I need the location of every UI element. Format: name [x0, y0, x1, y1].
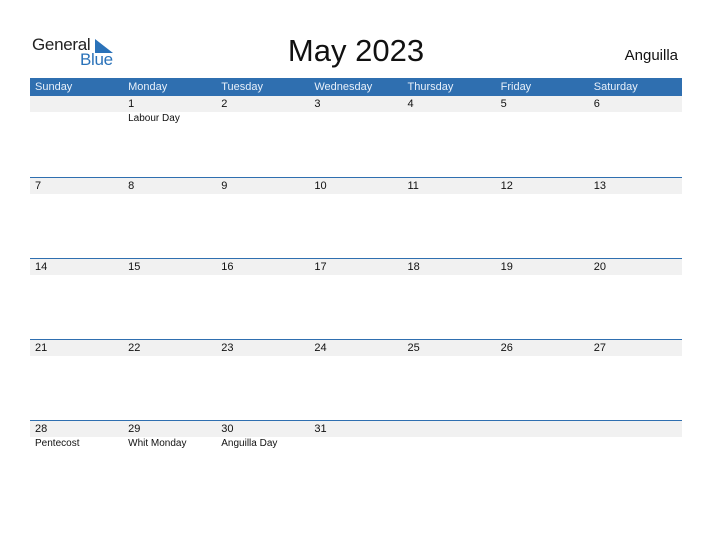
day-number: 14 [35, 261, 48, 273]
weekday-wednesday: Wednesday [314, 81, 373, 93]
weekday-tuesday: Tuesday [221, 81, 264, 93]
day-number [589, 421, 682, 437]
day-number: 28 [35, 423, 48, 435]
day-number: 30 [221, 423, 234, 435]
day-event: Whit Monday [128, 438, 187, 449]
country-label: Anguilla [624, 47, 678, 64]
event-row: Pentecost Whit Monday Anguilla Day [30, 437, 682, 451]
day-event [309, 437, 402, 451]
day-number-row: 14 15 16 17 18 19 20 [30, 259, 682, 275]
weekday-sunday: Sunday [35, 81, 73, 93]
weekday-header: Sunday Monday Tuesday Wednesday Thursday… [30, 78, 682, 96]
day-number: 23 [221, 342, 234, 354]
day-number-row: 21 22 23 24 25 26 27 [30, 340, 682, 356]
day-number: 13 [593, 180, 606, 192]
day-number [403, 421, 496, 437]
day-number: 5 [500, 98, 507, 110]
day-event: Pentecost [35, 438, 80, 449]
day-number: 17 [314, 261, 327, 273]
day-number-row: 7 8 9 10 11 12 13 [30, 178, 682, 194]
day-event [30, 112, 123, 126]
day-event [309, 112, 402, 126]
day-number: 9 [221, 180, 228, 192]
day-event: Anguilla Day [221, 438, 278, 449]
day-event: Labour Day [128, 113, 180, 124]
day-number: 22 [128, 342, 141, 354]
weekday-saturday: Saturday [593, 81, 638, 93]
day-number: 26 [500, 342, 513, 354]
day-number: 8 [128, 180, 135, 192]
event-row: Labour Day [30, 112, 682, 126]
calendar-grid: Sunday Monday Tuesday Wednesday Thursday… [30, 78, 682, 501]
day-number-row: 28 29 30 31 [30, 421, 682, 437]
week-row: 21 22 23 24 25 26 27 [30, 339, 682, 420]
week-row: 7 8 9 10 11 12 13 [30, 177, 682, 258]
day-event [403, 437, 496, 451]
day-number: 20 [593, 261, 606, 273]
weekday-thursday: Thursday [407, 81, 454, 93]
day-number [496, 421, 589, 437]
weekday-monday: Monday [128, 81, 168, 93]
day-event [496, 112, 589, 126]
day-number: 3 [314, 98, 321, 110]
day-number [30, 96, 123, 112]
day-number: 29 [128, 423, 141, 435]
day-number: 27 [593, 342, 606, 354]
day-number: 6 [593, 98, 600, 110]
day-number: 11 [407, 180, 419, 192]
week-row: 14 15 16 17 18 19 20 [30, 258, 682, 339]
day-number: 18 [407, 261, 420, 273]
week-row: 1 2 3 4 5 6 Labour Day [30, 96, 682, 177]
day-event [589, 112, 682, 126]
day-number-row: 1 2 3 4 5 6 [30, 96, 682, 112]
day-number: 1 [128, 98, 135, 110]
day-event [589, 437, 682, 451]
week-row: 28 29 30 31 Pentecost Whit Monday Anguilla Day [30, 420, 682, 501]
day-number: 2 [221, 98, 228, 110]
day-number: 21 [35, 342, 48, 354]
weekday-friday: Friday [500, 81, 532, 93]
day-number: 12 [500, 180, 513, 192]
day-event [496, 437, 589, 451]
day-number: 19 [500, 261, 513, 273]
calendar-title: May 2023 [287, 33, 425, 68]
day-event [403, 112, 496, 126]
day-number: 25 [407, 342, 420, 354]
day-number: 24 [314, 342, 327, 354]
day-number: 15 [128, 261, 141, 273]
weeks-container: 1 2 3 4 5 6 Labour Day 7 8 9 10 11 12 13 14 15 16 17 18 19 2… [30, 96, 682, 501]
day-number: 7 [35, 180, 42, 192]
day-number: 10 [314, 180, 327, 192]
day-event [216, 112, 309, 126]
day-number: 16 [221, 261, 234, 273]
day-number: 4 [407, 98, 414, 110]
day-number: 31 [314, 423, 327, 435]
